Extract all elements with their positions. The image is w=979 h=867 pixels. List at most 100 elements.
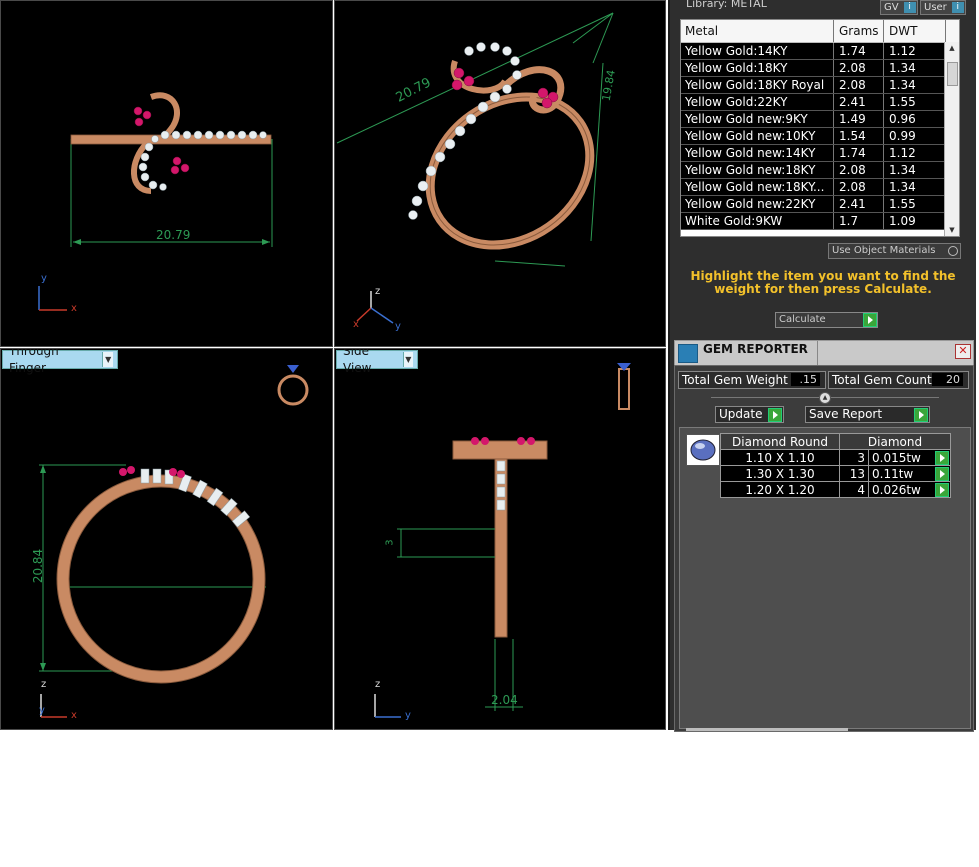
play-icon[interactable] (863, 313, 877, 327)
scroll-down-icon[interactable]: ▼ (945, 224, 959, 236)
viewport-through-finger[interactable]: Through Finger ▼ 20.84 z y x (0, 348, 333, 730)
axis-y-label: y (39, 705, 45, 716)
metal-name: Yellow Gold new:22KY (681, 196, 834, 212)
total-gem-count: Total Gem Count 20 (828, 371, 969, 389)
info-icon: i (903, 2, 916, 13)
table-row[interactable]: Yellow Gold new:22KY 2.41 1.55 (681, 196, 959, 213)
gem-size: 1.30 X 1.30 (720, 465, 840, 482)
radio-icon[interactable] (948, 246, 958, 256)
metal-name: Yellow Gold:22KY (681, 94, 834, 110)
column-header-metal[interactable]: Metal (681, 20, 834, 42)
metal-grams: 1.7 (834, 213, 884, 229)
ring-top-view (38, 92, 273, 311)
gv-button[interactable]: GV i (880, 0, 918, 15)
dimension-label: 20.79 (156, 228, 191, 242)
axis-y-label: y (395, 321, 401, 332)
scroll-thumb[interactable] (947, 62, 958, 86)
viewport-top[interactable]: 20.79 y x (0, 0, 333, 347)
gem-count: 13 (839, 465, 869, 482)
gem-count: 4 (839, 481, 869, 498)
metal-name: Yellow Gold new:18KY... (681, 179, 834, 195)
metal-name: Yellow Gold:14KY (681, 43, 834, 59)
metal-grams: 2.08 (834, 77, 884, 93)
metal-dwt: 1.34 (884, 60, 946, 76)
metal-table-scrollbar[interactable]: ▲ ▼ (944, 42, 959, 236)
play-icon[interactable] (935, 483, 949, 497)
table-row[interactable]: Yellow Gold:14KY 1.74 1.12 (681, 43, 959, 60)
calculate-button[interactable]: Calculate (775, 312, 878, 328)
gem-table-header-shape: Diamond Round (720, 433, 840, 450)
axis-z-label: z (41, 679, 47, 690)
table-row[interactable]: Yellow Gold new:18KY 2.08 1.34 (681, 162, 959, 179)
collapse-toggle-icon[interactable]: ▲ (819, 392, 831, 404)
viewport-perspective[interactable]: 20.79 19.84 z x y (334, 0, 666, 347)
user-button[interactable]: User i (920, 0, 966, 15)
total-gem-weight: Total Gem Weight .15 (678, 371, 826, 389)
total-gem-count-value: 20 (932, 373, 963, 386)
metal-grams: 1.74 (834, 43, 884, 59)
play-icon (914, 408, 928, 422)
table-row[interactable]: Yellow Gold new:10KY 1.54 0.99 (681, 128, 959, 145)
metal-name: Yellow Gold new:18KY (681, 162, 834, 178)
update-button[interactable]: Update (715, 406, 784, 423)
play-icon[interactable] (935, 467, 949, 481)
ring-front-view (39, 365, 309, 718)
gem-count: 3 (839, 449, 869, 466)
metal-table[interactable]: Metal Grams DWT Yellow Gold:14KY 1.74 1.12… (680, 19, 960, 237)
metal-dwt: 1.55 (884, 94, 946, 110)
metal-dwt: 0.96 (884, 111, 946, 127)
gem-reporter-body: Total Gem Weight .15 Total Gem Count 20 … (674, 365, 974, 732)
metal-name: Yellow Gold:18KY Royal (681, 77, 834, 93)
update-label: Update (719, 407, 763, 421)
gem-weight: 0.015tw (868, 449, 951, 466)
play-icon[interactable] (935, 451, 949, 465)
table-row[interactable]: 1.30 X 1.30 13 0.11tw (720, 465, 951, 482)
gem-table[interactable]: Diamond Round Diamond 1.10 X 1.10 3 0.015t… (720, 433, 951, 498)
table-row[interactable]: White Gold:9KW 1.7 1.09 (681, 213, 959, 230)
gem-table-header-stone: Diamond (839, 433, 951, 450)
total-gem-weight-value: .15 (791, 373, 820, 386)
table-row[interactable]: 1.20 X 1.20 4 0.026tw (720, 481, 951, 498)
viewport-side-view[interactable]: Side View ▼ 3 2.04 z y (334, 348, 666, 730)
axis-y-label: y (405, 710, 411, 721)
scroll-up-icon[interactable]: ▲ (945, 42, 959, 54)
metal-dwt: 1.12 (884, 43, 946, 59)
column-header-grams[interactable]: Grams (834, 20, 884, 42)
gem-table-header: Diamond Round Diamond (720, 433, 951, 450)
save-report-button[interactable]: Save Report (805, 406, 930, 423)
total-gem-weight-label: Total Gem Weight (682, 373, 788, 387)
table-row[interactable]: Yellow Gold new:9KY 1.49 0.96 (681, 111, 959, 128)
table-row[interactable]: Yellow Gold new:14KY 1.74 1.12 (681, 145, 959, 162)
library-title: Library: METAL (686, 0, 767, 10)
metal-name: White Gold:9KW (681, 213, 834, 229)
metal-name: Yellow Gold new:10KY (681, 128, 834, 144)
table-row[interactable]: Yellow Gold:22KY 2.41 1.55 (681, 94, 959, 111)
gem-weight: 0.026tw (868, 481, 951, 498)
table-row[interactable]: 1.10 X 1.10 3 0.015tw (720, 449, 951, 466)
dimension-label: 20.84 (31, 548, 46, 584)
gem-table-body: 1.10 X 1.10 3 0.015tw 1.30 X 1.30 13 0.11tw 1.… (720, 449, 951, 498)
axis-x-label: x (71, 303, 77, 314)
metal-dwt: 1.34 (884, 162, 946, 178)
gem-weight-value: 0.026tw (872, 482, 921, 497)
metal-dwt: 1.09 (884, 213, 946, 229)
gem-reporter-logo-icon (678, 344, 698, 363)
close-icon[interactable]: ✕ (955, 344, 971, 359)
gv-label: GV (884, 2, 899, 13)
use-object-materials-option[interactable]: Use Object Materials (828, 243, 961, 259)
gem-weight-value: 0.11tw (872, 466, 914, 481)
table-row[interactable]: Yellow Gold new:18KY... 2.08 1.34 (681, 179, 959, 196)
metal-name: Yellow Gold new:14KY (681, 145, 834, 161)
table-row[interactable]: Yellow Gold:18KY Royal 2.08 1.34 (681, 77, 959, 94)
bottom-strip (686, 728, 848, 731)
axis-z-label: z (375, 286, 381, 297)
column-header-dwt[interactable]: DWT (884, 20, 946, 42)
metal-grams: 1.49 (834, 111, 884, 127)
gem-weight-value: 0.015tw (872, 450, 921, 465)
metal-grams: 2.08 (834, 60, 884, 76)
table-row[interactable]: Yellow Gold:18KY 2.08 1.34 (681, 60, 959, 77)
metal-name: Yellow Gold:18KY (681, 60, 834, 76)
gem-reporter-header: GEM REPORTER ✕ (674, 340, 974, 366)
metal-dwt: 1.55 (884, 196, 946, 212)
metal-grams: 2.08 (834, 162, 884, 178)
